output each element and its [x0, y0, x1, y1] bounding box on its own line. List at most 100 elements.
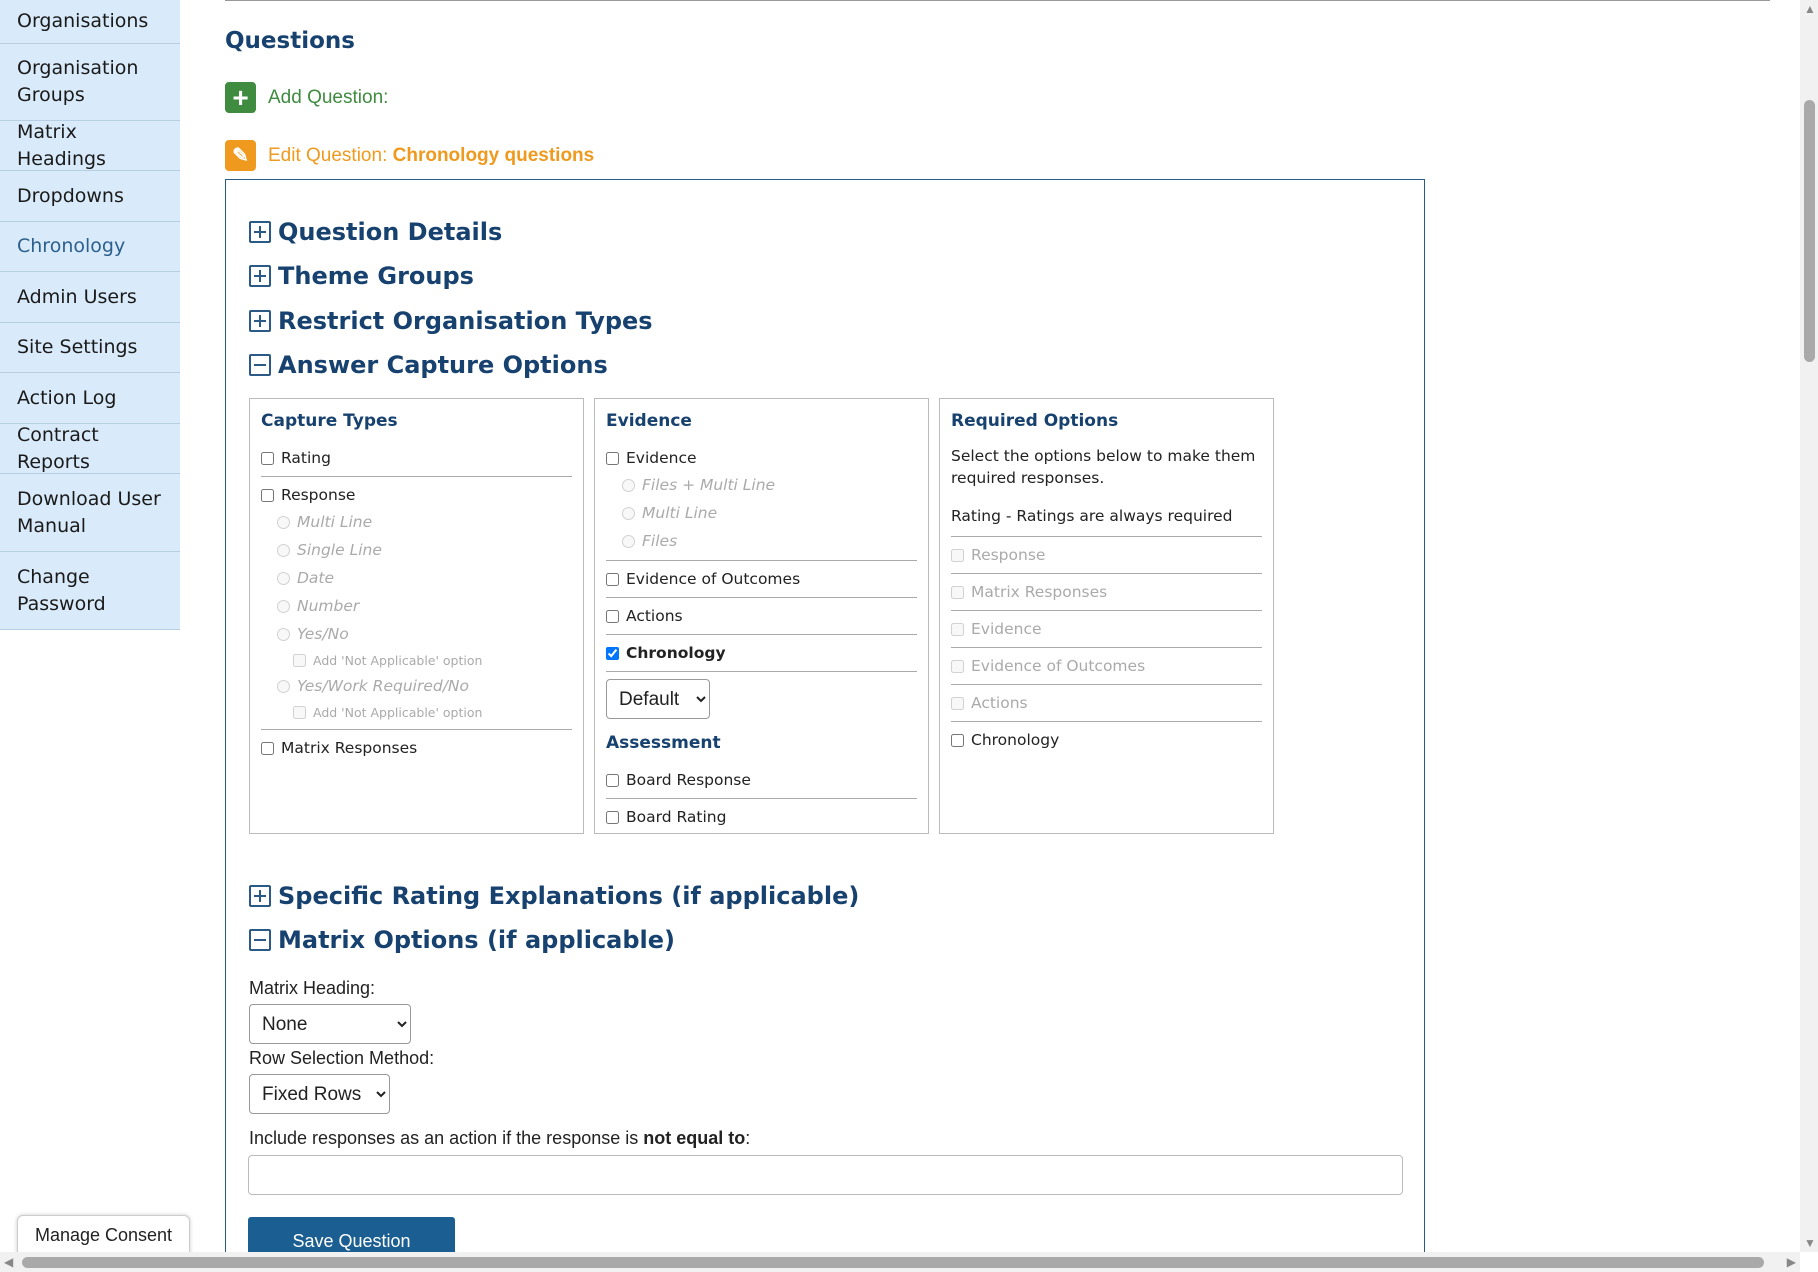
scroll-left-icon[interactable]: ◀: [4, 1255, 13, 1269]
option-label: Date: [297, 569, 335, 587]
number-radio[interactable]: [277, 599, 290, 613]
evidence-multi-line-radio[interactable]: [622, 506, 635, 520]
evidence-box: Evidence Evidence Files + Multi Line Mul…: [594, 398, 929, 834]
sidebar-item-chronology[interactable]: Chronology: [0, 222, 180, 272]
rating-checkbox[interactable]: [261, 451, 274, 465]
option-label: Chronology: [971, 731, 1060, 749]
not-equal-to-input[interactable]: [248, 1155, 1403, 1195]
matrix-heading-select[interactable]: None: [249, 1004, 411, 1044]
single-line-option[interactable]: Single Line: [261, 536, 572, 564]
add-question-link[interactable]: + Add Question:: [225, 82, 388, 113]
add-na-checkbox[interactable]: [293, 653, 306, 667]
actions-checkbox[interactable]: [606, 609, 619, 623]
add-na-option[interactable]: Add 'Not Applicable' option: [261, 648, 572, 672]
evidence-outcomes-checkbox[interactable]: [606, 572, 619, 586]
section-question-details[interactable]: Question Details: [249, 218, 502, 246]
scroll-up-icon[interactable]: ▲: [1804, 2, 1816, 16]
required-matrix-responses-option[interactable]: Matrix Responses: [951, 579, 1262, 605]
option-label: Actions: [626, 607, 683, 625]
horizontal-scroll-thumb[interactable]: [22, 1257, 1764, 1268]
files-option[interactable]: Files: [606, 527, 917, 555]
option-label: Evidence: [626, 449, 697, 467]
save-question-button[interactable]: Save Question: [248, 1217, 455, 1257]
sidebar-item-label: Organisations: [17, 10, 149, 32]
response-option[interactable]: Response: [261, 482, 572, 508]
evidence-checkbox[interactable]: [606, 451, 619, 465]
capture-types-title: Capture Types: [261, 411, 398, 431]
add-na-checkbox[interactable]: [293, 705, 306, 719]
scroll-down-icon[interactable]: ▼: [1804, 1236, 1816, 1250]
edit-question-label: Edit Question:: [268, 144, 388, 166]
board-rating-option[interactable]: Board Rating: [606, 804, 917, 830]
single-line-radio[interactable]: [277, 543, 290, 557]
option-label: Evidence of Outcomes: [626, 570, 801, 588]
actions-option[interactable]: Actions: [606, 603, 917, 629]
yes-no-option[interactable]: Yes/No: [261, 620, 572, 648]
sidebar-item-label: Action Log: [17, 386, 117, 409]
required-evidence-outcomes-option[interactable]: Evidence of Outcomes: [951, 653, 1262, 679]
vertical-scroll-thumb[interactable]: [1804, 100, 1815, 362]
matrix-responses-option[interactable]: Matrix Responses: [261, 735, 572, 761]
section-matrix-options[interactable]: Matrix Options (if applicable): [249, 926, 675, 954]
sidebar-item-organisations[interactable]: Organisations: [0, 0, 180, 44]
required-actions-option[interactable]: Actions: [951, 690, 1262, 716]
date-radio[interactable]: [277, 571, 290, 585]
files-radio[interactable]: [622, 534, 635, 548]
yes-no-radio[interactable]: [277, 627, 290, 641]
divider: [951, 721, 1262, 722]
multi-line-option[interactable]: Multi Line: [261, 508, 572, 536]
files-multi-line-option[interactable]: Files + Multi Line: [606, 471, 917, 499]
add-question-label: Add Question:: [268, 86, 389, 108]
board-response-option[interactable]: Board Response: [606, 767, 917, 793]
sidebar-item-dropdowns[interactable]: Dropdowns: [0, 171, 180, 222]
chronology-type-select[interactable]: Default: [606, 679, 710, 719]
sidebar-item-action-log[interactable]: Action Log: [0, 373, 180, 424]
number-option[interactable]: Number: [261, 592, 572, 620]
sidebar-item-admin-users[interactable]: Admin Users: [0, 272, 180, 323]
yes-work-no-radio[interactable]: [277, 679, 290, 693]
required-chronology-checkbox[interactable]: [951, 733, 964, 747]
expand-icon: [249, 221, 271, 243]
files-multi-line-radio[interactable]: [622, 478, 635, 492]
section-theme-groups[interactable]: Theme Groups: [249, 262, 474, 290]
required-evidence-checkbox[interactable]: [951, 622, 964, 636]
chronology-checkbox[interactable]: [606, 646, 619, 660]
horizontal-scrollbar[interactable]: ◀ ▶: [0, 1252, 1800, 1272]
required-chronology-option[interactable]: Chronology: [951, 727, 1262, 753]
required-matrix-responses-checkbox[interactable]: [951, 585, 964, 599]
evidence-option[interactable]: Evidence: [606, 445, 917, 471]
section-restrict-organisation-types[interactable]: Restrict Organisation Types: [249, 307, 653, 335]
section-specific-rating-explanations[interactable]: Specific Rating Explanations (if applica…: [249, 882, 859, 910]
required-evidence-outcomes-checkbox[interactable]: [951, 659, 964, 673]
matrix-responses-checkbox[interactable]: [261, 741, 274, 755]
option-label: Files + Multi Line: [642, 476, 776, 494]
rating-option[interactable]: Rating: [261, 445, 572, 471]
sidebar-item-contract-reports[interactable]: Contract Reports: [0, 424, 180, 474]
collapse-icon: [249, 929, 271, 951]
evidence-outcomes-option[interactable]: Evidence of Outcomes: [606, 566, 917, 592]
chronology-option[interactable]: Chronology: [606, 640, 917, 666]
required-evidence-option[interactable]: Evidence: [951, 616, 1262, 642]
scroll-right-icon[interactable]: ▶: [1787, 1255, 1796, 1269]
response-checkbox[interactable]: [261, 488, 274, 502]
evidence-multi-line-option[interactable]: Multi Line: [606, 499, 917, 527]
sidebar-item-matrix-headings[interactable]: Matrix Headings: [0, 121, 180, 171]
manage-consent-button[interactable]: Manage Consent: [17, 1215, 190, 1255]
divider: [261, 729, 572, 730]
row-selection-method-select[interactable]: Fixed Rows: [249, 1074, 390, 1114]
sidebar-item-site-settings[interactable]: Site Settings: [0, 323, 180, 373]
sidebar-item-change-password[interactable]: Change Password: [0, 552, 180, 630]
yes-work-no-option[interactable]: Yes/Work Required/No: [261, 672, 572, 700]
required-response-option[interactable]: Response: [951, 542, 1262, 568]
required-response-checkbox[interactable]: [951, 548, 964, 562]
vertical-scrollbar[interactable]: ▲ ▼: [1800, 0, 1818, 1252]
board-rating-checkbox[interactable]: [606, 810, 619, 824]
sidebar-item-download-user-manual[interactable]: Download User Manual: [0, 474, 180, 552]
required-actions-checkbox[interactable]: [951, 696, 964, 710]
add-na-option[interactable]: Add 'Not Applicable' option: [261, 700, 572, 724]
section-answer-capture-options[interactable]: Answer Capture Options: [249, 351, 608, 379]
date-option[interactable]: Date: [261, 564, 572, 592]
sidebar-item-organisation-groups[interactable]: Organisation Groups: [0, 44, 180, 121]
multi-line-radio[interactable]: [277, 515, 290, 529]
board-response-checkbox[interactable]: [606, 773, 619, 787]
